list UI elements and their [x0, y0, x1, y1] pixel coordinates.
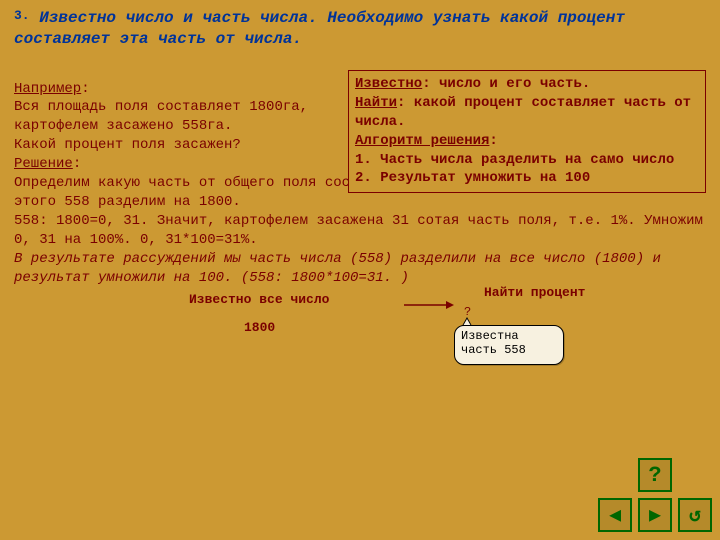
undo-button[interactable]: ↺	[678, 498, 712, 532]
item-number: 3.	[14, 8, 30, 23]
example-heading: Например	[14, 81, 81, 97]
callout-bubble: Известна часть 558	[454, 325, 564, 365]
algorithm-box: Известно: число и его часть. Найти: како…	[348, 70, 706, 193]
solution-heading: Решение	[14, 156, 73, 172]
forward-button[interactable]: ▶	[638, 498, 672, 532]
flow-number: 1800	[244, 319, 275, 337]
flow-known-label: Известно все число	[189, 291, 329, 309]
nav-panel: ? ◀ ▶ ↺	[598, 458, 712, 532]
flow-find-label: Найти процент	[484, 284, 585, 302]
arrow-icon	[404, 299, 454, 311]
problem-title: 3. Известно число и часть числа. Необход…	[14, 8, 706, 50]
title-text: Известно число и часть числа. Необходимо…	[14, 9, 625, 48]
help-button[interactable]: ?	[638, 458, 672, 492]
flow-diagram: Известно все число 1800 ? Найти процент …	[14, 289, 706, 394]
back-button[interactable]: ◀	[598, 498, 632, 532]
